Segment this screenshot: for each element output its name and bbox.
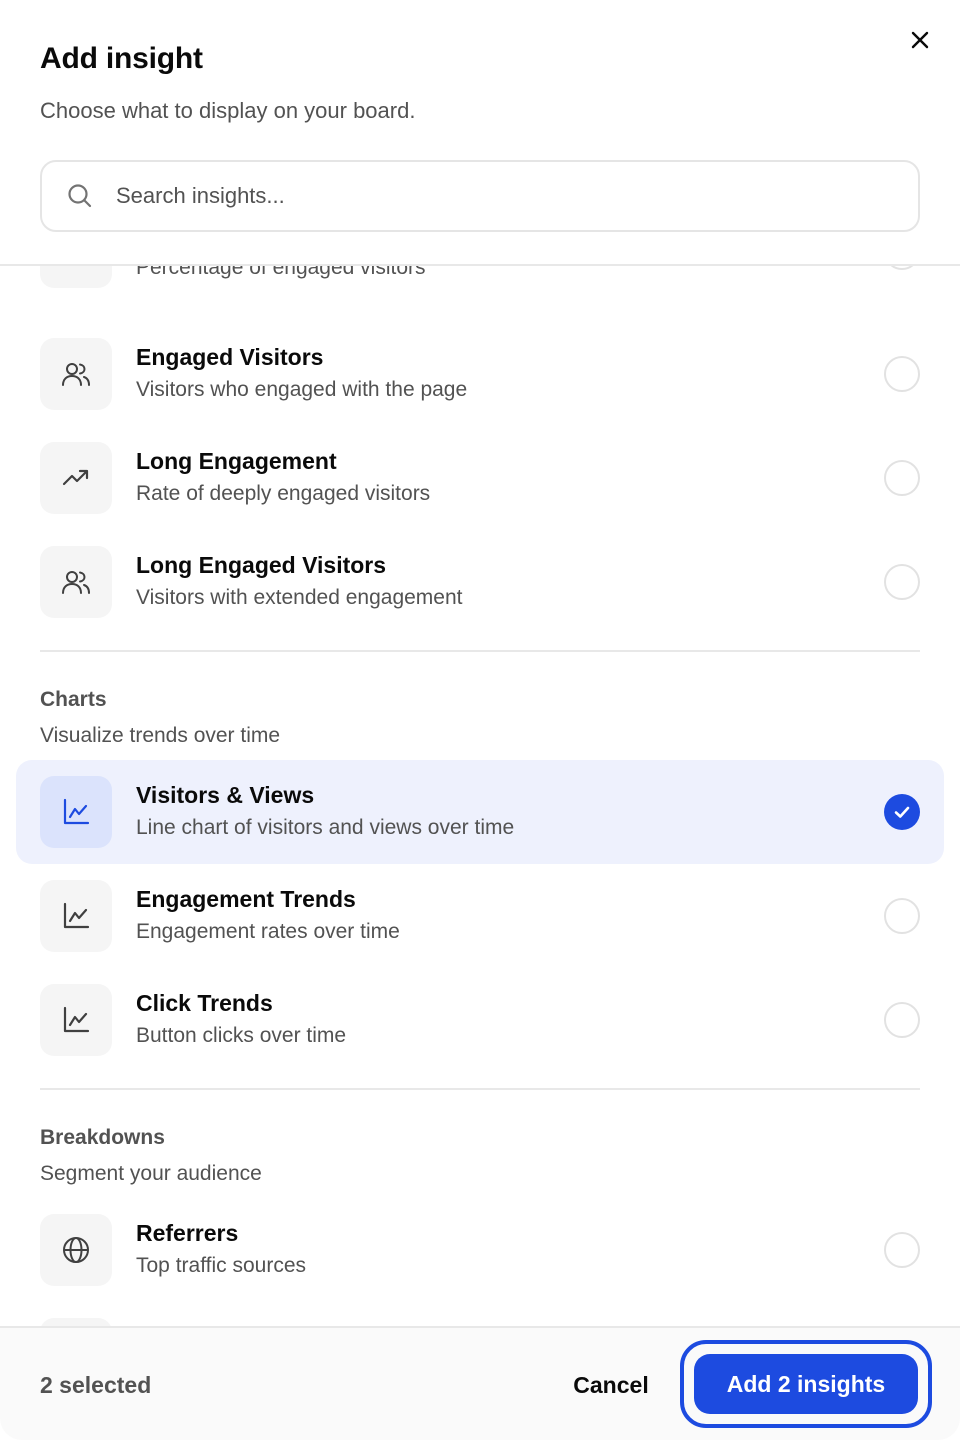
insight-checkbox-checked[interactable] — [884, 794, 920, 830]
insight-item-long-engaged-visitors[interactable]: Long Engaged Visitors Visitors with exte… — [16, 530, 944, 634]
line-chart-icon — [40, 880, 112, 952]
insight-description: Engagement rates over time — [136, 920, 400, 943]
insight-name: Engaged Visitors — [136, 344, 324, 370]
insight-checkbox[interactable] — [884, 266, 920, 270]
insight-description: Rate of deeply engaged visitors — [136, 482, 431, 505]
users-icon — [40, 546, 112, 618]
add-insight-dialog: Add insight Choose what to display on yo… — [0, 0, 960, 1440]
dialog-subtitle: Choose what to display on your board. — [40, 98, 416, 123]
section-divider — [40, 650, 920, 652]
insight-item-click-trends[interactable]: Click Trends Button clicks over time — [16, 968, 944, 1072]
section-title-breakdowns: Breakdowns — [40, 1126, 165, 1149]
section-title-charts: Charts — [40, 688, 107, 711]
insight-description: Button clicks over time — [136, 1024, 347, 1047]
insight-description: Visitors with extended engagement — [136, 586, 463, 609]
insight-name: Long Engaged Visitors — [136, 552, 387, 578]
insight-item-referrers[interactable]: Referrers Top traffic sources — [16, 1198, 944, 1302]
globe-icon — [40, 1214, 112, 1286]
insight-item-engaged-visitors[interactable]: Engaged Visitors Visitors who engaged wi… — [16, 322, 944, 426]
search-input[interactable] — [116, 183, 876, 209]
insight-description: Line chart of visitors and views over ti… — [136, 816, 515, 839]
insight-name: Click Trends — [136, 990, 273, 1016]
insight-checkbox[interactable] — [884, 898, 920, 934]
insight-name: Long Engagement — [136, 448, 337, 474]
insights-list[interactable]: Percentage of engaged visitors Engaged V… — [0, 266, 960, 1326]
trending-up-icon — [40, 266, 112, 288]
insight-checkbox[interactable] — [884, 1002, 920, 1038]
insight-item-engagement-rate[interactable]: Percentage of engaged visitors — [16, 266, 944, 304]
insight-checkbox[interactable] — [884, 564, 920, 600]
insight-item-engagement-trends[interactable]: Engagement Trends Engagement rates over … — [16, 864, 944, 968]
insight-name: Referrers — [136, 1220, 239, 1246]
line-chart-icon — [40, 984, 112, 1056]
insight-description: Top traffic sources — [136, 1254, 307, 1277]
insight-icon — [40, 1318, 112, 1326]
section-subtitle-breakdowns: Segment your audience — [40, 1162, 262, 1185]
insight-name: Engagement Trends — [136, 886, 356, 912]
line-chart-icon — [40, 776, 112, 848]
insight-item-visitors-views[interactable]: Visitors & Views Line chart of visitors … — [16, 760, 944, 864]
insight-item-long-engagement[interactable]: Long Engagement Rate of deeply engaged v… — [16, 426, 944, 530]
insight-item-partial[interactable] — [16, 1302, 944, 1326]
add-insights-button[interactable]: Add 2 insights — [694, 1354, 918, 1414]
close-button[interactable] — [904, 24, 936, 56]
section-divider — [40, 1088, 920, 1090]
search-box[interactable] — [40, 160, 920, 232]
section-subtitle-charts: Visualize trends over time — [40, 724, 281, 747]
insight-name: Visitors & Views — [136, 782, 315, 808]
selected-count: 2 selected — [40, 1372, 152, 1398]
dialog-footer: 2 selected Cancel Add 2 insights — [0, 1326, 960, 1440]
search-icon — [66, 182, 94, 210]
insight-checkbox[interactable] — [884, 356, 920, 392]
insight-description: Percentage of engaged visitors — [136, 266, 426, 279]
insight-checkbox[interactable] — [884, 1232, 920, 1268]
cancel-button[interactable]: Cancel — [556, 1358, 666, 1412]
users-icon — [40, 338, 112, 410]
dialog-title: Add insight — [40, 42, 203, 75]
check-icon — [894, 806, 910, 818]
insight-checkbox[interactable] — [884, 460, 920, 496]
trending-up-icon — [40, 442, 112, 514]
close-icon — [911, 31, 929, 49]
insight-description: Visitors who engaged with the page — [136, 378, 468, 401]
